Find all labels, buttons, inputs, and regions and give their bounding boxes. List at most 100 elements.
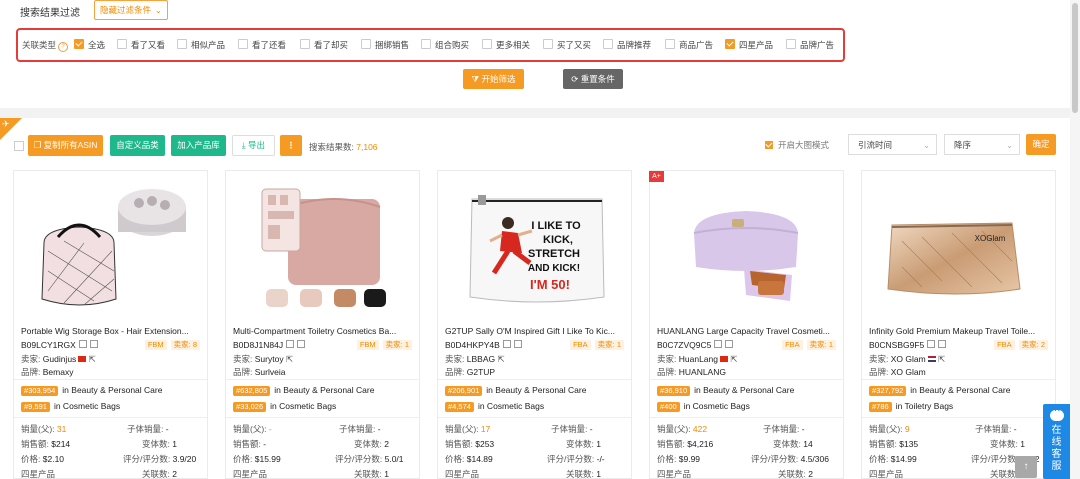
product-image[interactable] [226, 171, 420, 323]
product-title[interactable]: HUANLANG Large Capacity Travel Cosmeti..… [657, 326, 837, 336]
seller-name[interactable]: Gudinjus [43, 354, 77, 364]
external-link-icon[interactable] [513, 340, 522, 348]
seller-name[interactable]: HuanLang [679, 354, 718, 364]
assoc-option-select-all[interactable]: 全选 [74, 39, 105, 50]
checkbox-icon [238, 39, 248, 49]
external-link-icon[interactable] [89, 340, 98, 348]
assoc-option-more-related[interactable]: 更多相关 [482, 39, 530, 50]
seller-row: 卖家: Gudinjus ⇱ [21, 353, 96, 365]
assoc-option-four-star[interactable]: 四星产品 [725, 39, 773, 50]
external-link-icon[interactable] [297, 340, 306, 348]
assoc-option-viewed-also[interactable]: 看了还看 [238, 39, 286, 50]
page-scrollbar[interactable] [1070, 0, 1080, 479]
assoc-option-bought-also-bought[interactable]: 买了又买 [543, 39, 591, 50]
product-title[interactable]: Multi-Compartment Toiletry Cosmetics Ba.… [233, 326, 413, 336]
external-link-icon[interactable]: ⇱ [936, 354, 945, 364]
hide-filter-button[interactable]: 隐藏过滤条件 ⌄ [94, 0, 168, 20]
price: 价格: $15.99 [233, 453, 281, 465]
product-image[interactable]: XOGlam [862, 171, 1056, 323]
rank-badge: #632,805 [233, 386, 271, 396]
external-link-icon[interactable] [725, 340, 734, 348]
brand-name[interactable]: XO Glam [891, 367, 926, 377]
help-icon[interactable]: ? [58, 42, 69, 52]
product-tags: FBA 卖家: 1 [778, 339, 836, 350]
pin-corner-badge[interactable]: ✈ [0, 118, 22, 140]
assoc-option-product-ads[interactable]: 商品广告 [665, 39, 713, 50]
external-link-icon[interactable]: ⇱ [284, 354, 293, 364]
external-link-icon[interactable]: ⇱ [728, 354, 737, 364]
brand-label: 品牌: [657, 367, 677, 377]
add-to-library-button[interactable]: 加入产品库 [171, 135, 226, 156]
rank-category[interactable]: in Cosmetic Bags [684, 401, 750, 411]
assoc-option-bundle[interactable]: 捆绑销售 [361, 39, 409, 50]
sort-field-select[interactable]: 引流时间 ⌄ [848, 134, 937, 155]
custom-category-label: 自定义品类 [116, 140, 159, 150]
assoc-option-viewed-also-viewed[interactable]: 看了又看 [117, 39, 165, 50]
stat-value: 422 [692, 424, 708, 434]
copy-asin-button[interactable]: ❐ 复制所有ASIN [28, 135, 103, 156]
assoc-option-label: 相似产品 [191, 40, 226, 50]
stat-value: 2 [808, 469, 813, 479]
external-link-icon[interactable]: ⇱ [495, 354, 504, 364]
brand-name[interactable]: Surlveia [255, 367, 286, 377]
checkbox-icon [725, 39, 735, 49]
custom-category-button[interactable]: 自定义品类 [110, 135, 165, 156]
product-card[interactable]: Multi-Compartment Toiletry Cosmetics Ba.… [225, 170, 420, 479]
product-title[interactable]: Infinity Gold Premium Makeup Travel Toil… [869, 326, 1049, 336]
rank-category[interactable]: in Cosmetic Bags [270, 401, 336, 411]
select-all-checkbox[interactable] [14, 141, 24, 151]
product-title[interactable]: G2TUP Sally O'M Inspired Gift I Like To … [445, 326, 625, 336]
copy-icon[interactable] [78, 340, 87, 348]
assoc-option-viewed-then-bought[interactable]: 看了却买 [300, 39, 348, 50]
product-title[interactable]: Portable Wig Storage Box - Hair Extensio… [21, 326, 201, 336]
back-to-top-button[interactable]: ↑ [1015, 456, 1037, 478]
copy-icon[interactable] [502, 340, 511, 348]
product-card[interactable]: HUANLANG Large Capacity Travel Cosmeti..… [649, 170, 844, 479]
product-image[interactable]: I LIKE TO KICK, STRETCH AND KICK! I'M 50… [438, 171, 632, 323]
rank-category[interactable]: in Cosmetic Bags [54, 401, 120, 411]
reset-button[interactable]: ⟳ 重置条件 [563, 69, 623, 89]
product-image[interactable] [650, 171, 844, 323]
rank-badge: #327,792 [869, 386, 907, 396]
brand-name[interactable]: HUANLANG [679, 367, 726, 377]
confirm-sort-button[interactable]: 确定 [1026, 134, 1056, 155]
copy-icon[interactable] [927, 340, 936, 348]
stat-label: 变体数: [773, 439, 801, 449]
seller-name[interactable]: LBBAG [467, 354, 495, 364]
stat-label: 变体数: [354, 439, 382, 449]
stat-value: 1 [172, 439, 177, 449]
assoc-option-similar-products[interactable]: 相似产品 [177, 39, 225, 50]
rank-main-category: #632,805 in Beauty & Personal Care [233, 385, 374, 396]
product-card[interactable]: XOGlam Infinity Gold Premium Makeup Trav… [861, 170, 1056, 479]
external-link-icon[interactable] [938, 340, 947, 348]
assoc-option-brand-ads[interactable]: 品牌广告 [786, 39, 834, 50]
asin-value: B0C7ZVQ9C5 [657, 340, 712, 350]
assoc-option-label: 商品广告 [679, 40, 714, 50]
stat-label: 子体销量: [127, 424, 164, 434]
scrollbar-thumb[interactable] [1072, 3, 1078, 113]
export-button[interactable]: ⤓ 导出 [232, 135, 275, 156]
assoc-option-brand-recommend[interactable]: 品牌推荐 [603, 39, 651, 50]
divider [650, 379, 843, 380]
product-image[interactable] [14, 171, 208, 323]
brand-name[interactable]: G2TUP [467, 367, 495, 377]
online-support-button[interactable]: 在线客服 [1043, 404, 1070, 479]
checkbox-icon [482, 39, 492, 49]
product-card[interactable]: Portable Wig Storage Box - Hair Extensio… [13, 170, 208, 479]
copy-icon[interactable] [714, 340, 723, 348]
rank-category[interactable]: in Toiletry Bags [896, 401, 953, 411]
rank-category[interactable]: in Cosmetic Bags [478, 401, 544, 411]
start-filter-button[interactable]: ⧩ 开始筛选 [463, 69, 524, 89]
brand-name[interactable]: Bemaxy [43, 367, 74, 377]
more-options-button[interactable]: ⋮ [280, 135, 302, 156]
seller-name[interactable]: Surytoy [255, 354, 284, 364]
external-link-icon[interactable]: ⇱ [86, 354, 96, 364]
product-card[interactable]: I LIKE TO KICK, STRETCH AND KICK! I'M 50… [437, 170, 632, 479]
checkbox-icon [603, 39, 613, 49]
rank-main-category: #327,792 in Beauty & Personal Care [869, 385, 1010, 396]
sort-order-select[interactable]: 降序 ⌄ [944, 134, 1020, 155]
copy-icon[interactable] [286, 340, 295, 348]
big-image-mode-toggle[interactable]: 开启大图模式 [765, 139, 829, 151]
seller-name[interactable]: XO Glam [891, 354, 926, 364]
assoc-option-combo-buy[interactable]: 组合购买 [421, 39, 469, 50]
